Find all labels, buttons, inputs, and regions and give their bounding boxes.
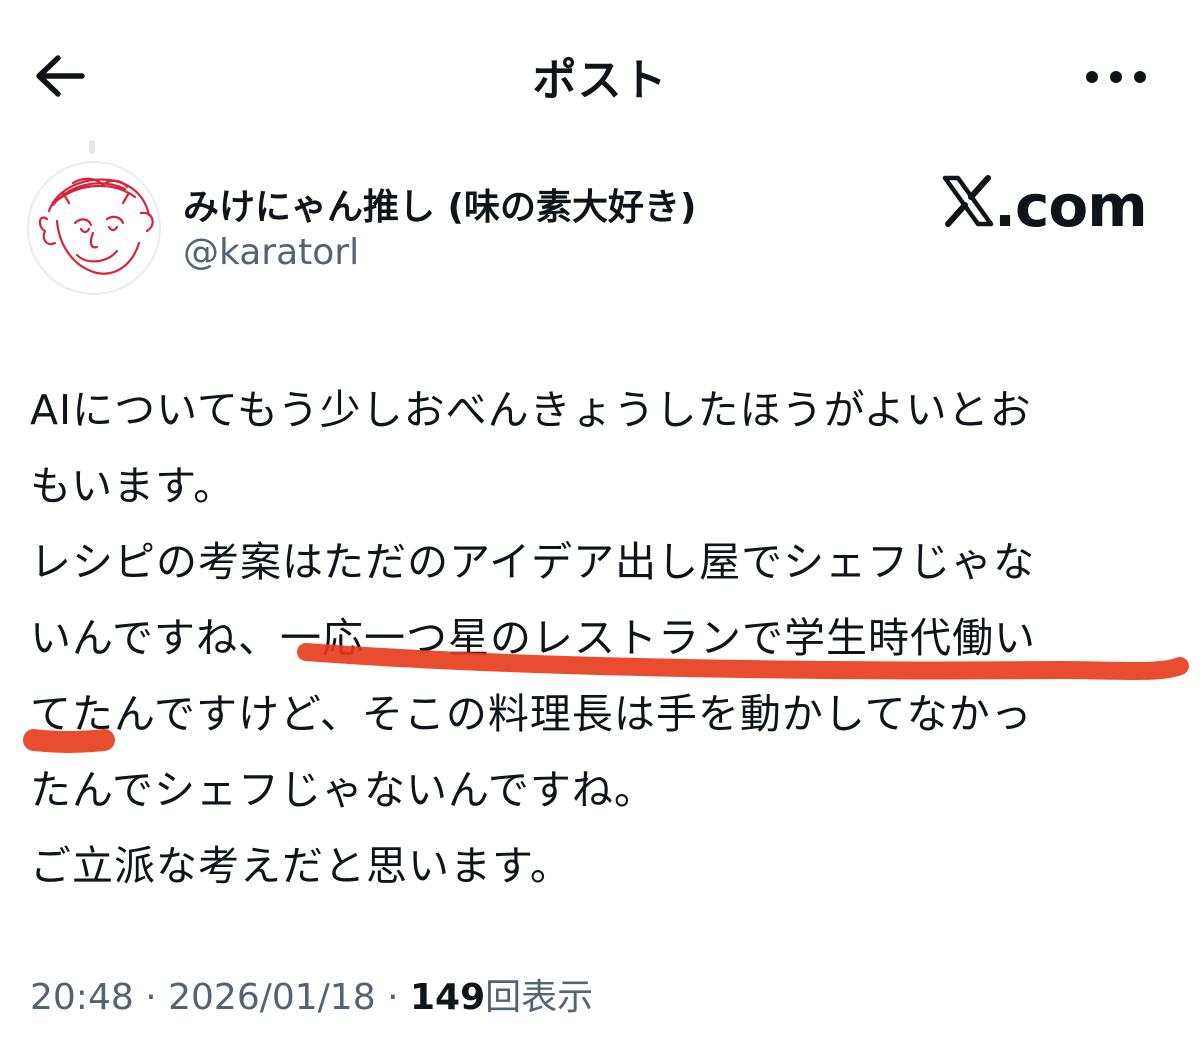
more-horizontal-icon	[1086, 71, 1146, 83]
views-count: 149	[409, 977, 486, 1018]
top-bar: ポスト	[0, 0, 1200, 150]
xcom-watermark: .com	[942, 172, 1148, 240]
x-logo-icon	[942, 175, 994, 227]
meta-separator: ·	[145, 977, 157, 1018]
post-line: てたんですけど、そこの料理長は手を動かしてなかっ	[30, 690, 1033, 738]
views-label: 回表示	[485, 977, 594, 1018]
meta-separator: ·	[387, 977, 399, 1018]
hand-drawn-face-icon	[38, 177, 154, 275]
post-line: ご立派な考えだと思います。	[30, 842, 572, 890]
post-line: もいます。	[30, 462, 236, 510]
author-handle[interactable]: @karatorl	[183, 232, 359, 273]
post-line: いんですね、一応一つ星のレストランで学生時代働い	[30, 614, 1036, 662]
post-line: たんでシェフじゃないんですね。	[30, 766, 656, 814]
page-title: ポスト	[532, 55, 668, 106]
post-line: レシピの考案はただのアイデア出し屋でシェフじゃな	[30, 538, 1036, 586]
xcom-suffix: .com	[994, 172, 1148, 240]
avatar[interactable]	[27, 161, 161, 295]
more-options-button[interactable]	[1078, 58, 1174, 98]
post-line: AIについてもう少しおべんきょうしたほうがよいとお	[30, 386, 1032, 434]
post-meta: 20:48 · 2026/01/18 · 149回表示	[30, 968, 593, 1020]
post-body: AIについてもう少しおべんきょうしたほうがよいとお もいます。 レシピの考案はた…	[30, 372, 1180, 904]
post-date: 2026/01/18	[168, 977, 376, 1018]
author-display-name[interactable]: みけにゃん推し (味の素大好き)	[183, 178, 696, 230]
post-time: 20:48	[30, 977, 134, 1018]
thread-connector	[89, 140, 95, 154]
